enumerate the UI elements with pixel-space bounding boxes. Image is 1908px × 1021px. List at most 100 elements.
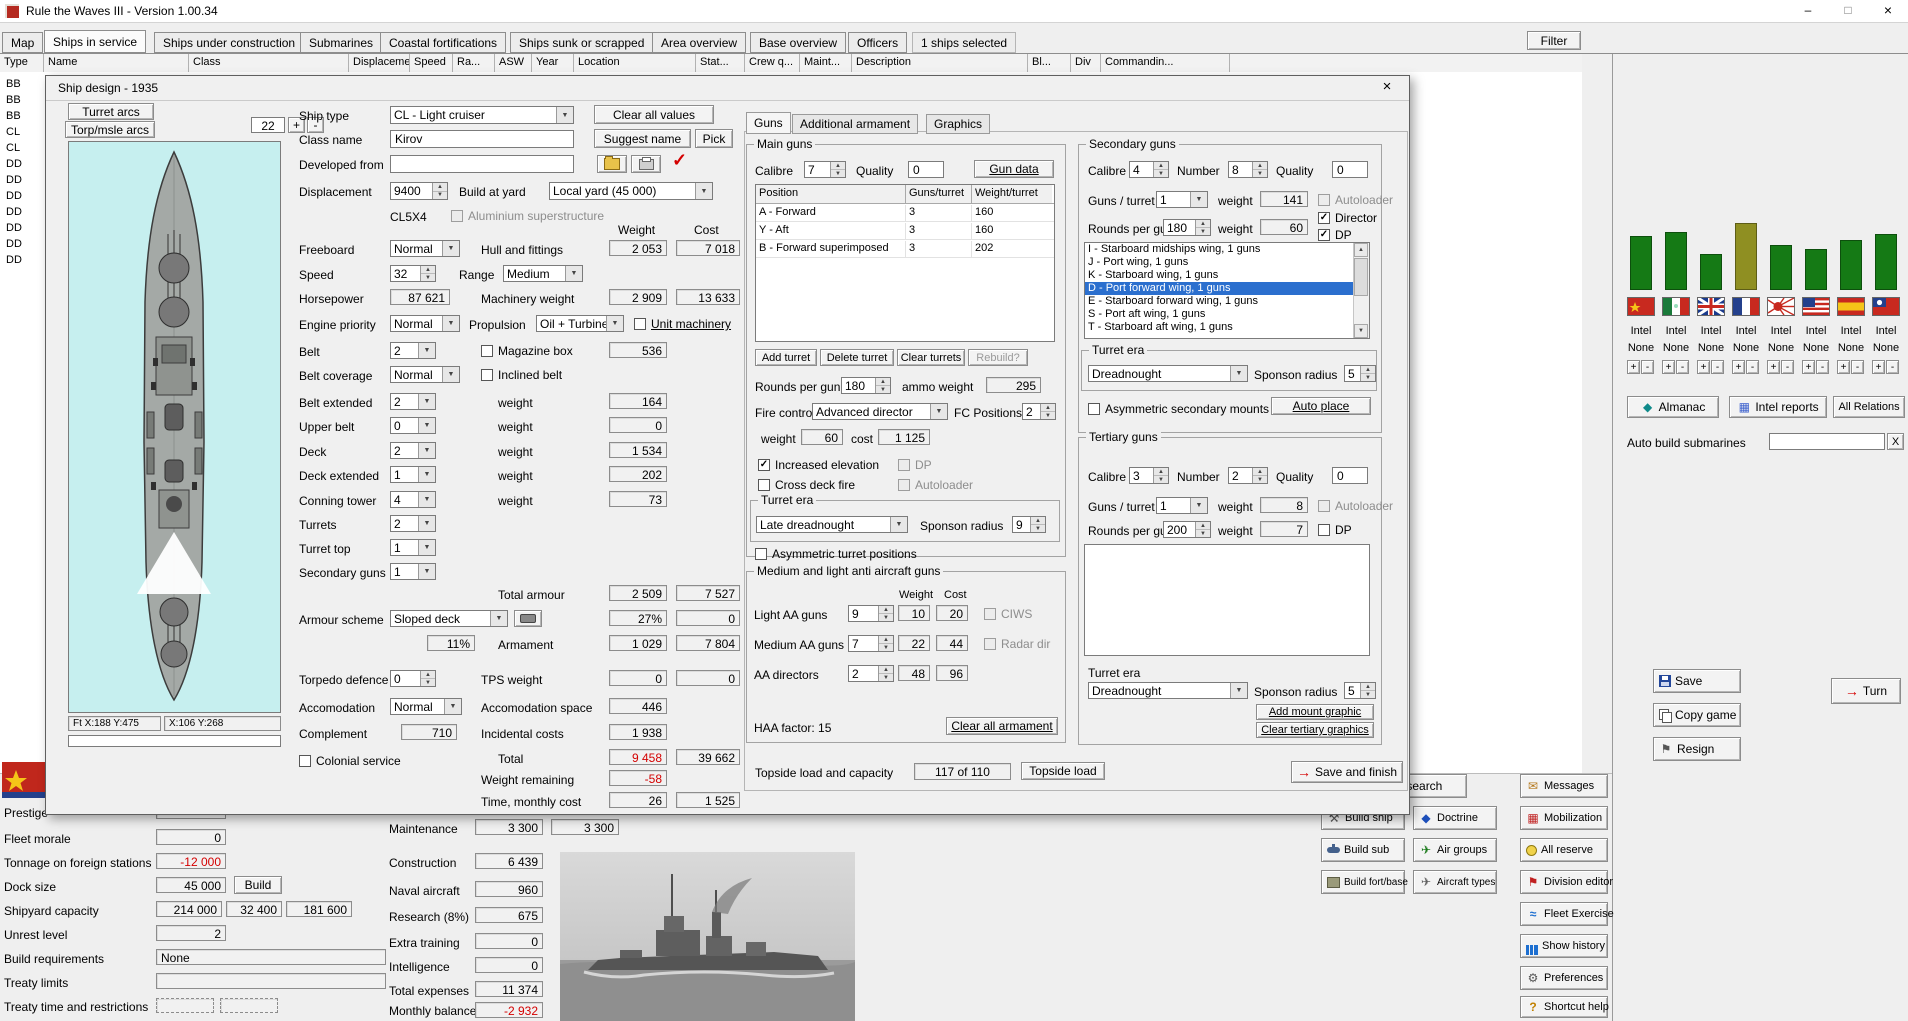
sec-guns-turret-select[interactable]: 1 [1156, 191, 1208, 208]
sec-rounds-spinner[interactable]: 180 [1163, 219, 1211, 236]
spin-down-icon[interactable] [1196, 530, 1210, 537]
intel-increase-button[interactable]: + [1837, 360, 1850, 374]
tab-area-overview[interactable]: Area overview [652, 32, 746, 53]
spin-up-icon[interactable] [1361, 366, 1375, 374]
save-and-finish-button[interactable]: → Save and finish [1291, 761, 1403, 783]
secondary-position-item[interactable]: E - Starboard forward wing, 1 guns [1085, 295, 1369, 308]
column-header-range[interactable]: Ra... [453, 54, 495, 72]
list-row-type[interactable]: DD [6, 174, 22, 186]
messages-button[interactable]: ✉ Messages [1520, 774, 1608, 798]
build-fort-button[interactable]: Build fort/base [1321, 870, 1405, 894]
intel-reports-button[interactable]: ▦ Intel reports [1729, 396, 1827, 418]
main-calibre-spinner[interactable]: 7 [804, 161, 846, 178]
column-header-crew[interactable]: Crew q... [745, 54, 800, 72]
sec-dp-checkbox[interactable]: DP [1318, 228, 1352, 242]
tab-ships-in-service[interactable]: Ships in service [44, 30, 146, 53]
auto-build-submarines-field[interactable] [1769, 433, 1885, 450]
fleet-exercise-button[interactable]: ≈ Fleet Exercise [1520, 902, 1608, 926]
maximize-button[interactable]: □ [1828, 0, 1868, 22]
spin-down-icon[interactable] [1361, 691, 1375, 698]
build-at-yard-select[interactable]: Local yard (45 000) [549, 182, 713, 200]
tab-officers[interactable]: Officers [848, 32, 907, 53]
spin-up-icon[interactable] [1196, 522, 1210, 530]
spin-up-icon[interactable] [1253, 468, 1267, 476]
save-game-button[interactable]: Save [1653, 669, 1741, 693]
intel-decrease-button[interactable]: - [1816, 360, 1829, 374]
list-row-type[interactable]: CL [6, 142, 20, 154]
intel-decrease-button[interactable]: - [1711, 360, 1724, 374]
spin-up-icon[interactable] [1154, 468, 1168, 476]
deck-extended-select[interactable]: 1 [390, 466, 436, 483]
spin-up-icon[interactable] [421, 266, 435, 274]
belt-select[interactable]: 2 [390, 342, 436, 359]
column-header-status[interactable]: Stat... [696, 54, 745, 72]
upper-belt-select[interactable]: 0 [390, 417, 436, 434]
close-button[interactable]: × [1868, 0, 1908, 22]
list-scrollbar[interactable] [1353, 243, 1369, 338]
gun-data-button[interactable]: Gun data [974, 160, 1054, 178]
cross-deck-fire-checkbox[interactable]: Cross deck fire [758, 478, 855, 492]
secondary-position-item[interactable]: S - Port aft wing, 1 guns [1085, 308, 1369, 321]
delete-turret-button[interactable]: Delete turret [820, 349, 894, 366]
list-row-type[interactable]: DD [6, 206, 22, 218]
aa-directors-spinner[interactable]: 2 [848, 665, 894, 682]
speed-spinner[interactable]: 32 [390, 265, 436, 282]
clear-all-values-button[interactable]: Clear all values [594, 105, 714, 124]
column-header-displacement[interactable]: Displacement [349, 54, 410, 72]
spin-up-icon[interactable] [879, 606, 893, 614]
aircraft-types-button[interactable]: ✈ Aircraft types [1413, 870, 1497, 894]
ter-calibre-spinner[interactable]: 3 [1129, 467, 1169, 484]
secondary-position-item-selected[interactable]: D - Port forward wing, 1 guns [1085, 282, 1369, 295]
torp-msle-arcs-button[interactable]: Torp/msle arcs [65, 121, 155, 138]
spin-down-icon[interactable] [876, 386, 890, 393]
secondary-position-item[interactable]: K - Starboard wing, 1 guns [1085, 269, 1369, 282]
sec-autoloader-checkbox[interactable]: Autoloader [1318, 193, 1393, 207]
conning-tower-select[interactable]: 4 [390, 491, 436, 508]
column-header-commanding[interactable]: Commandin... [1101, 54, 1230, 72]
column-header-type[interactable]: Type [0, 54, 44, 72]
turrets-select[interactable]: 2 [390, 515, 436, 532]
ship-type-select[interactable]: CL - Light cruiser [390, 106, 574, 124]
intel-increase-button[interactable]: + [1732, 360, 1745, 374]
spin-down-icon[interactable] [421, 679, 435, 686]
spin-up-icon[interactable] [1031, 517, 1045, 525]
spin-down-icon[interactable] [1361, 374, 1375, 381]
scroll-up-icon[interactable] [1354, 243, 1368, 257]
column-header-asw[interactable]: ASW [495, 54, 532, 72]
spin-up-icon[interactable] [1361, 683, 1375, 691]
tab-base-overview[interactable]: Base overview [750, 32, 846, 53]
increased-elevation-checkbox[interactable]: Increased elevation [758, 458, 879, 472]
ter-guns-turret-select[interactable]: 1 [1156, 497, 1208, 514]
column-header-year[interactable]: Year [532, 54, 574, 72]
tab-submarines[interactable]: Submarines [300, 32, 382, 53]
belt-extended-select[interactable]: 2 [390, 393, 436, 410]
air-groups-button[interactable]: ✈ Air groups [1413, 838, 1497, 862]
intel-increase-button[interactable]: + [1767, 360, 1780, 374]
secondary-position-item[interactable]: I - Starboard midships wing, 1 guns [1085, 243, 1369, 256]
filter-button[interactable]: Filter [1527, 31, 1581, 50]
load-design-button[interactable] [597, 155, 627, 173]
fc-positions-spinner[interactable]: 2 [1022, 403, 1056, 420]
ciws-checkbox[interactable]: CIWS [984, 607, 1032, 621]
spin-up-icon[interactable] [1154, 162, 1168, 170]
intel-decrease-button[interactable]: - [1641, 360, 1654, 374]
medium-aa-spinner[interactable]: 7 [848, 635, 894, 652]
pick-button[interactable]: Pick [695, 129, 733, 148]
spin-up-icon[interactable] [831, 162, 845, 170]
show-history-button[interactable]: Show history [1520, 934, 1608, 958]
column-header-class[interactable]: Class [189, 54, 349, 72]
main-guns-table[interactable]: PositionGuns/turretWeight/turret A - For… [755, 184, 1055, 342]
aluminium-superstructure-checkbox[interactable]: Aluminium superstructure [451, 209, 604, 223]
turret-row[interactable]: Y - Aft3160 [756, 222, 1054, 240]
minimize-button[interactable]: – [1788, 0, 1828, 22]
spin-down-icon[interactable] [1154, 170, 1168, 177]
auto-build-clear-button[interactable]: X [1887, 433, 1904, 450]
fire-control-select[interactable]: Advanced director [812, 403, 948, 420]
unit-machinery-checkbox[interactable]: Unit machinery [634, 317, 731, 331]
column-header-div[interactable]: Div [1071, 54, 1101, 72]
list-row-type[interactable]: DD [6, 222, 22, 234]
spin-down-icon[interactable] [1154, 476, 1168, 483]
all-reserve-button[interactable]: All reserve [1520, 838, 1608, 862]
flag-soviet-icon[interactable] [1627, 297, 1655, 316]
spin-up-icon[interactable] [433, 183, 447, 192]
